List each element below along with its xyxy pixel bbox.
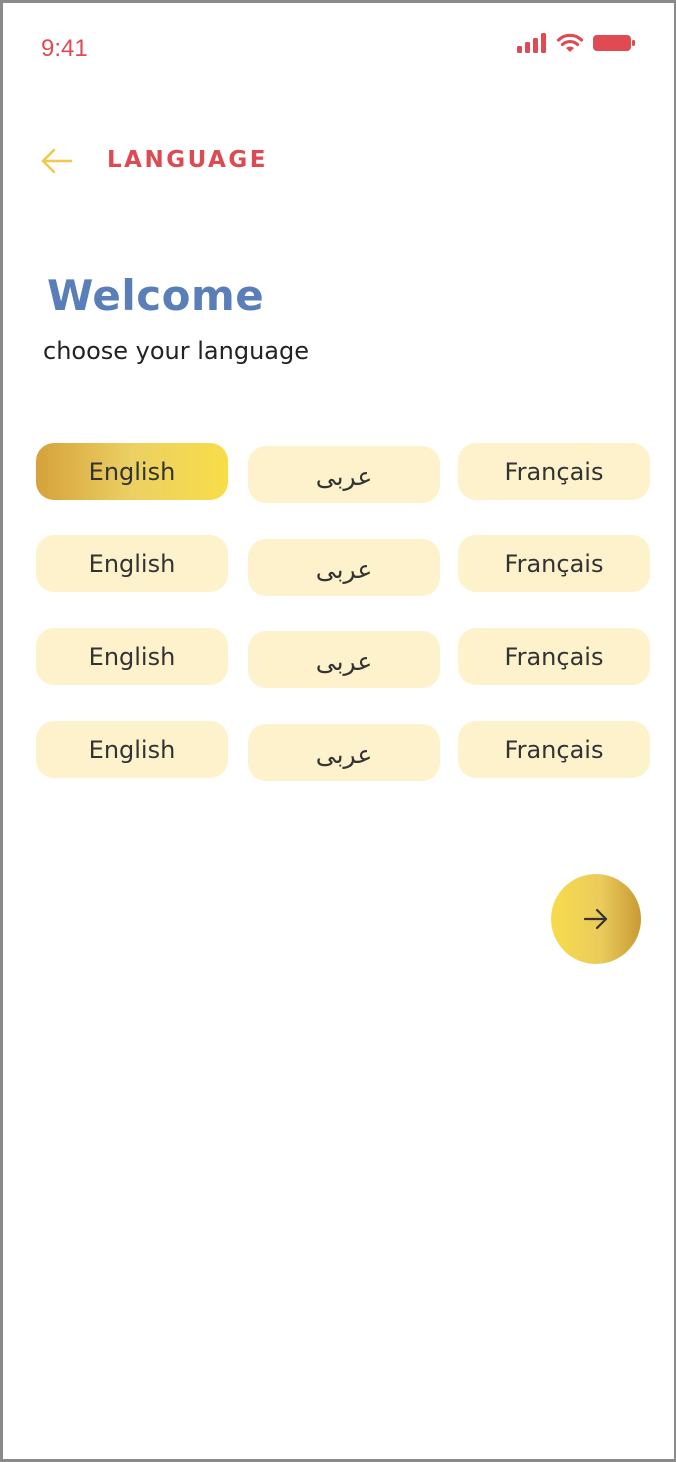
page-title: LANGUAGE	[107, 147, 268, 173]
language-option-french[interactable]: Français	[458, 443, 650, 500]
language-label: Français	[504, 549, 604, 578]
language-label: English	[88, 735, 176, 764]
phone-screen: 9:41 LANGUAGE Welcome choose your langua…	[0, 0, 676, 1462]
language-label: Français	[504, 457, 604, 486]
language-label: English	[88, 549, 176, 578]
language-option-arabic[interactable]: عربى	[248, 631, 440, 688]
signal-icon	[517, 33, 546, 53]
language-label: English	[88, 457, 176, 486]
welcome-heading: Welcome	[47, 271, 265, 320]
language-option-arabic[interactable]: عربى	[248, 446, 440, 503]
language-option-arabic[interactable]: عربى	[248, 724, 440, 781]
arrow-right-icon	[583, 908, 608, 930]
language-label: عربى	[315, 740, 373, 769]
language-option-english[interactable]: English	[36, 535, 228, 592]
language-option-french[interactable]: Français	[458, 721, 650, 778]
status-time: 9:41	[41, 35, 88, 62]
arrow-left-icon	[41, 148, 73, 174]
next-button[interactable]	[551, 874, 641, 964]
battery-icon	[593, 35, 635, 51]
language-label: عربى	[315, 462, 373, 491]
language-option-arabic[interactable]: عربى	[248, 539, 440, 596]
language-label: Français	[504, 735, 604, 764]
language-option-english[interactable]: English	[36, 721, 228, 778]
back-button[interactable]	[39, 145, 75, 177]
language-option-french[interactable]: Français	[458, 535, 650, 592]
language-label: Français	[504, 642, 604, 671]
language-label: عربى	[315, 555, 373, 584]
language-option-french[interactable]: Français	[458, 628, 650, 685]
welcome-subtitle: choose your language	[43, 337, 310, 365]
wifi-icon	[556, 33, 584, 52]
status-icons	[516, 33, 636, 53]
language-label: عربى	[315, 647, 373, 676]
language-option-english[interactable]: English	[36, 628, 228, 685]
language-label: English	[88, 642, 176, 671]
language-option-english[interactable]: English	[36, 443, 228, 500]
